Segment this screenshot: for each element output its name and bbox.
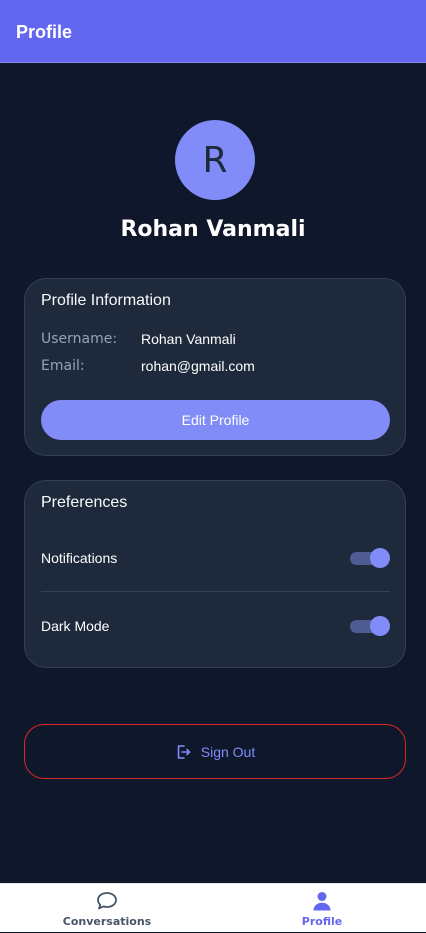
notifications-label: Notifications [41, 550, 118, 566]
toggle-knob [370, 548, 390, 568]
user-display-name: Rohan Vanmali [120, 217, 306, 242]
email-label: Email: [41, 358, 85, 374]
avatar-initial: R [202, 139, 228, 181]
page-title: Profile [16, 22, 73, 42]
profile-information-title: Profile Information [41, 292, 171, 309]
edit-profile-button[interactable]: Edit Profile [41, 400, 390, 440]
email-value: rohan@gmail.com [141, 358, 255, 374]
sign-out-label: Sign Out [200, 743, 256, 760]
preferences-divider [41, 591, 390, 592]
nav-item-conversations[interactable]: Conversations [27, 884, 187, 933]
nav-item-profile[interactable]: Profile [242, 884, 402, 933]
preferences-card: Preferences Notifications Dark Mode [24, 480, 406, 668]
avatar: R [175, 120, 255, 200]
dark-mode-toggle[interactable] [350, 616, 390, 636]
toggle-knob [370, 616, 390, 636]
nav-label-profile: Profile [301, 915, 343, 928]
notifications-toggle[interactable] [350, 548, 390, 568]
top-app-bar: Profile [0, 0, 426, 63]
username-label: Username: [41, 331, 118, 347]
username-value: Rohan Vanmali [141, 331, 236, 347]
sign-out-icon [177, 744, 191, 759]
bottom-navigation: Conversations Profile [0, 883, 426, 932]
profile-information-card: Profile Information Username: Rohan Vanm… [24, 278, 406, 456]
sign-out-button[interactable]: Sign Out [24, 724, 406, 779]
preferences-title: Preferences [41, 494, 128, 511]
dark-mode-label: Dark Mode [41, 618, 110, 634]
nav-label-conversations: Conversations [62, 915, 152, 928]
user-icon [313, 892, 331, 911]
chat-bubble-icon [97, 892, 117, 910]
